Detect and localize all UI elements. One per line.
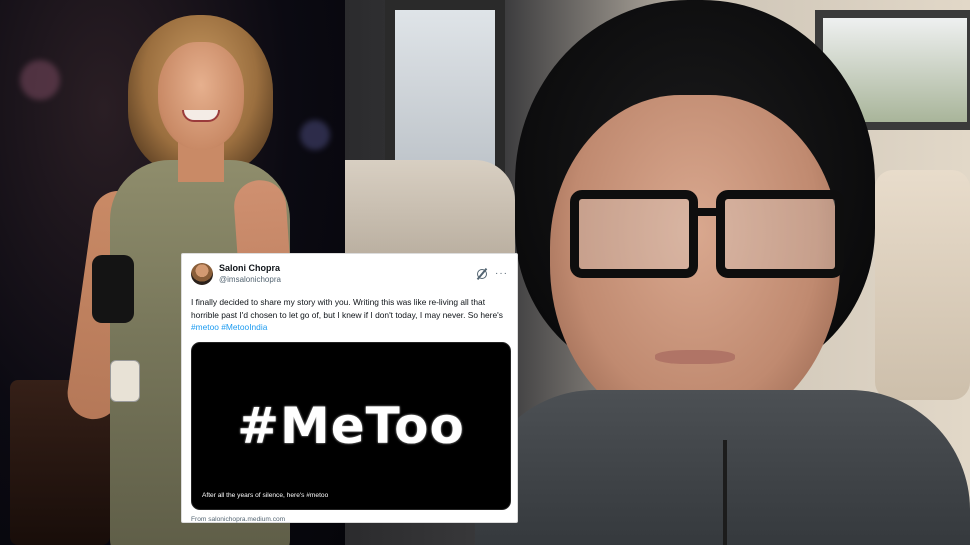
tweet-text: I finally decided to share my story with… [191, 296, 508, 334]
tweet-header: Saloni Chopra @imsalonichopra ··· [191, 262, 508, 286]
hashtag-link[interactable]: #metoo [191, 322, 219, 332]
display-name[interactable]: Saloni Chopra [219, 263, 281, 274]
phone [110, 360, 140, 402]
background-light [300, 120, 330, 150]
background-light [20, 60, 60, 100]
media-caption: After all the years of silence, here's #… [202, 491, 329, 499]
man-mouth [655, 350, 735, 364]
tweet-text-body: I finally decided to share my story with… [191, 297, 503, 320]
media-title: #MeToo [237, 396, 465, 455]
more-options-icon[interactable]: ··· [495, 269, 508, 279]
glasses-lens-left [570, 190, 698, 278]
handbag [92, 255, 134, 323]
woman-face [158, 42, 244, 150]
woman-smile [182, 110, 220, 122]
grok-icon[interactable] [477, 269, 487, 279]
tweet-header-icons: ··· [477, 269, 508, 279]
tweet-media-card[interactable]: #MeToo After all the years of silence, h… [191, 341, 511, 510]
user-handle[interactable]: @imsalonichopra [219, 274, 281, 285]
link-source[interactable]: From salonichopra.medium.com [191, 516, 508, 523]
tweet-card: Saloni Chopra @imsalonichopra ··· I fina… [181, 253, 518, 523]
avatar[interactable] [191, 263, 213, 285]
car-door-trim [345, 160, 515, 260]
glasses-lens-right [716, 190, 844, 278]
hashtag-link[interactable]: #MetooIndia [221, 322, 267, 332]
jacket-zipper [723, 440, 727, 545]
eyeglasses [570, 190, 845, 280]
car-seat [875, 170, 970, 400]
tweet-author: Saloni Chopra @imsalonichopra [219, 263, 281, 285]
